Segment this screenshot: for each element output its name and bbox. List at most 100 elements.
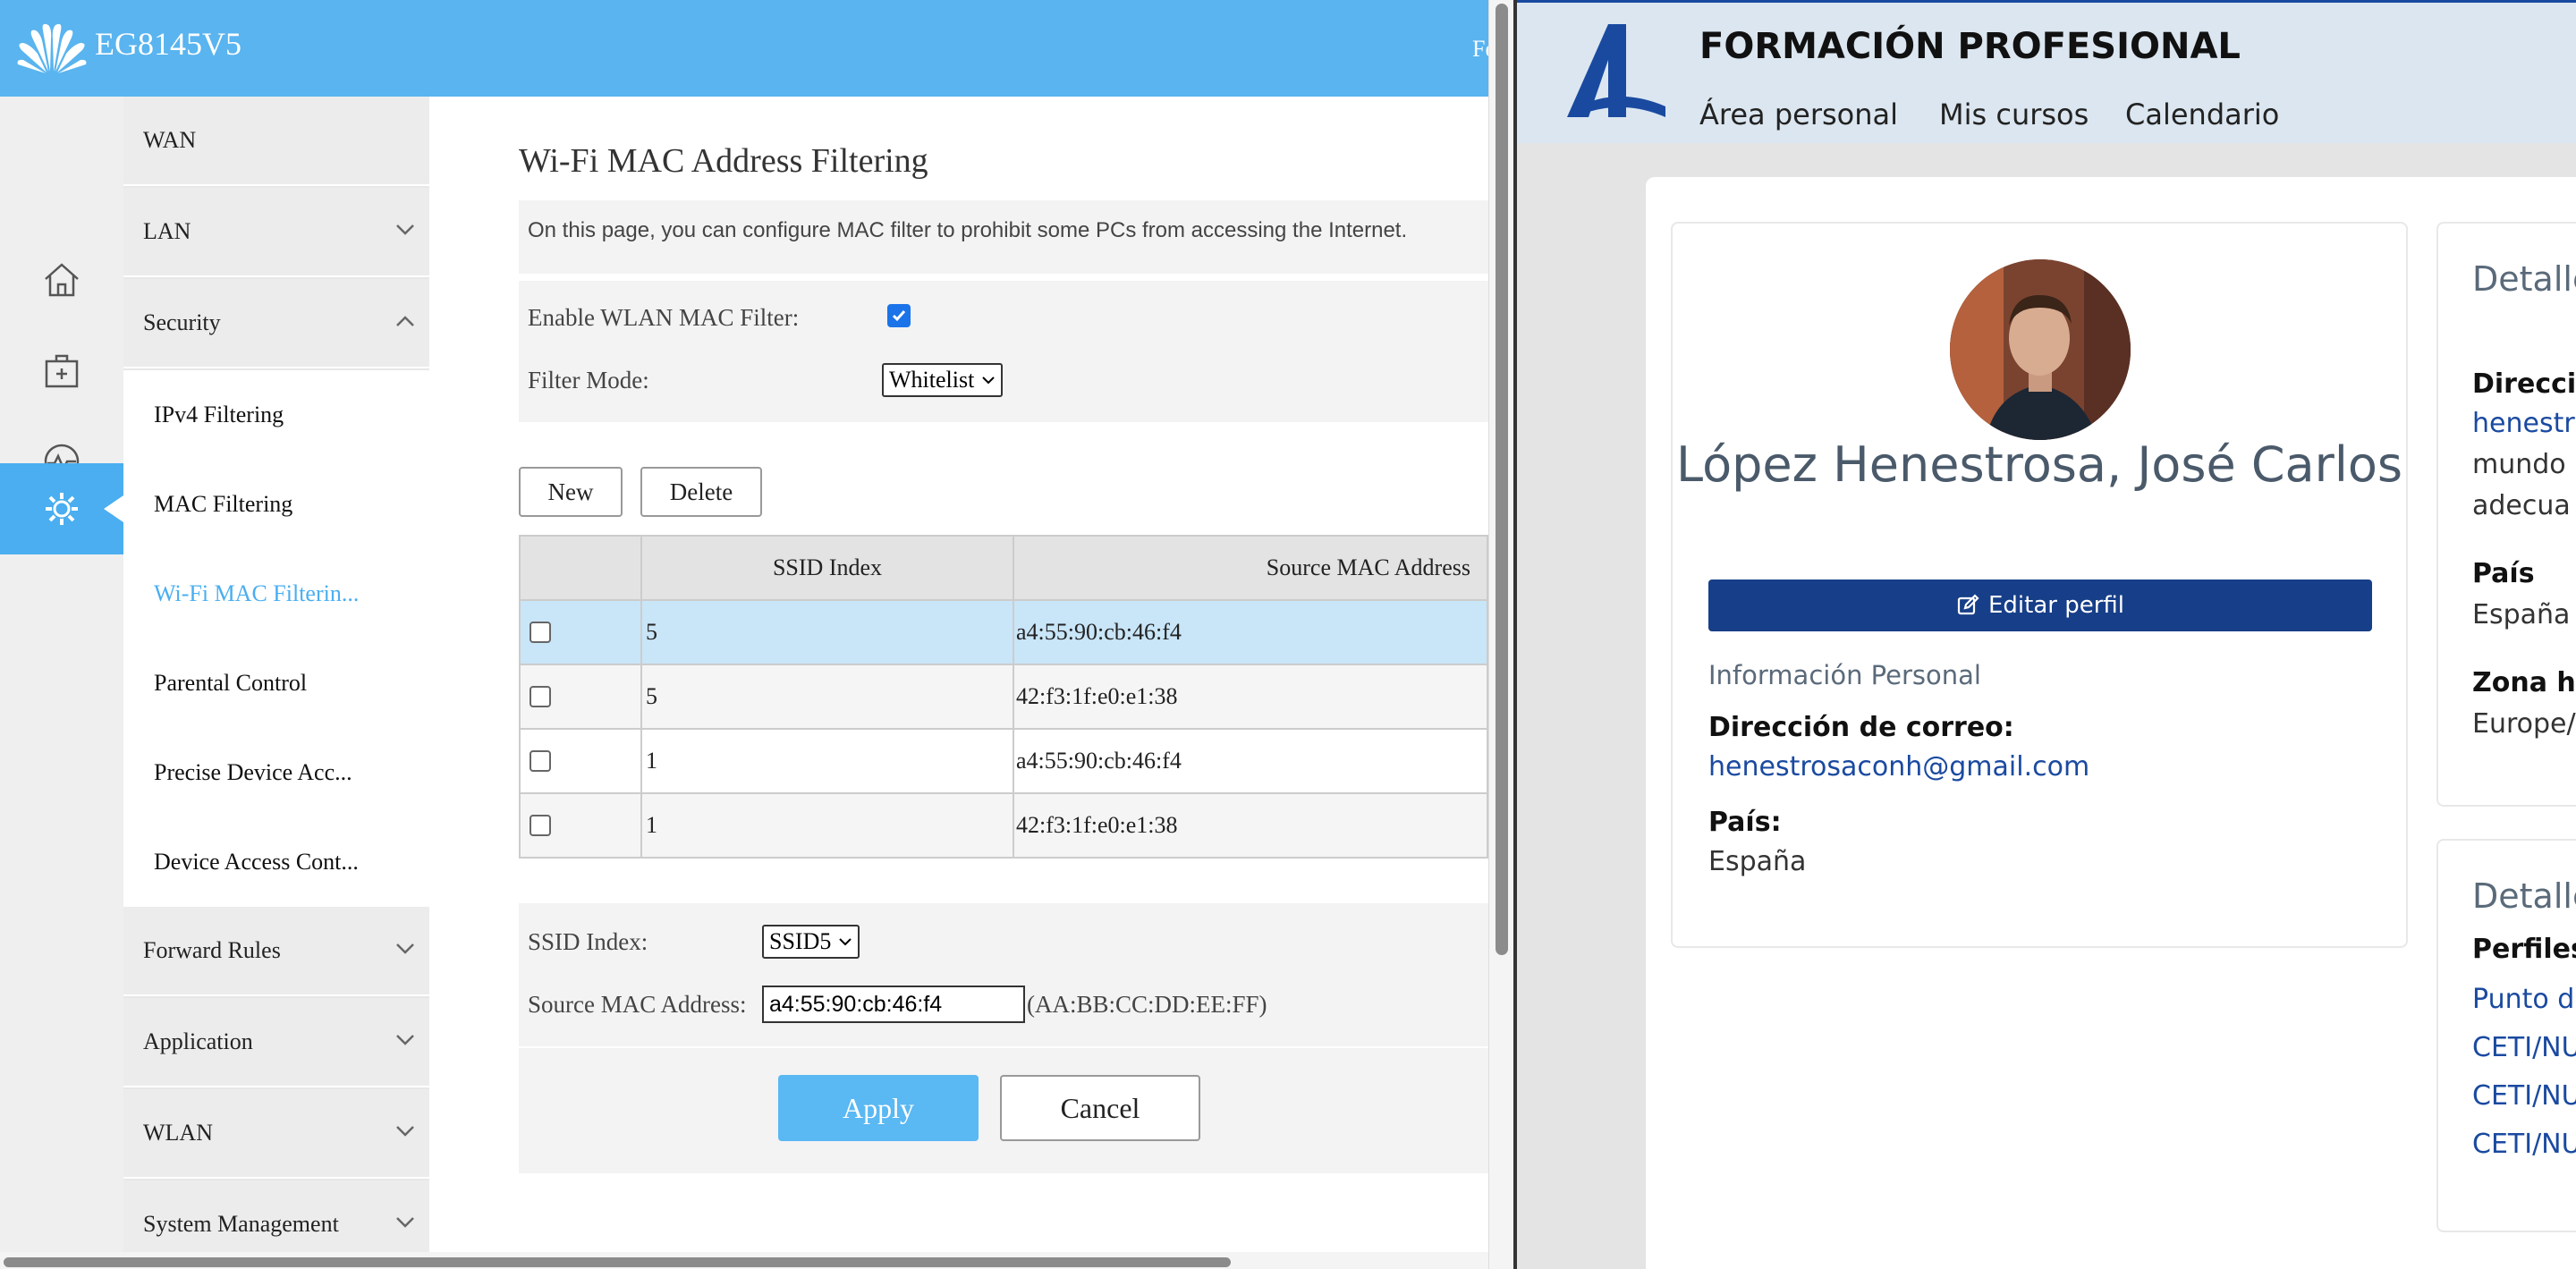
- email-label: Dirección de correo:: [1708, 712, 2014, 743]
- source-mac-label: Source MAC Address:: [528, 991, 747, 1018]
- menu-wlan[interactable]: WLAN: [123, 1089, 429, 1179]
- profile-link[interactable]: CETI/NU: [2472, 1032, 2576, 1063]
- page-description: On this page, you can configure MAC filt…: [519, 200, 1488, 274]
- user-photo: [1950, 259, 2131, 440]
- site-logo[interactable]: [1562, 21, 1669, 121]
- chevron-down-icon: [396, 224, 414, 235]
- details-text: mundo: [2472, 449, 2566, 480]
- ssid-index-label: SSID Index:: [528, 928, 648, 955]
- submenu-label: Device Access Cont...: [154, 849, 359, 875]
- mac-cell: a4:55:90:cb:46:f4: [1016, 748, 1182, 774]
- row-checkbox[interactable]: [530, 815, 551, 836]
- edit-profile-label: Editar perfil: [1987, 592, 2125, 619]
- submenu-mac-filtering[interactable]: MAC Filtering: [123, 460, 429, 549]
- profile-full-name: López Henestrosa, José Carlos: [1675, 436, 2403, 493]
- edit-icon: [1957, 594, 1979, 615]
- menu-lan[interactable]: LAN: [123, 188, 429, 277]
- row-checkbox-cell: [530, 794, 551, 857]
- nav-calendario[interactable]: Calendario: [2125, 97, 2279, 131]
- column-separator: [640, 730, 642, 792]
- row-checkbox[interactable]: [530, 686, 551, 707]
- row-checkbox[interactable]: [530, 622, 551, 643]
- submenu-wifi-mac-filtering[interactable]: Wi-Fi MAC Filterin...: [123, 549, 429, 639]
- table-header: SSID Index Source MAC Address: [519, 535, 1488, 601]
- chevron-down-icon: [839, 938, 852, 946]
- details-link[interactable]: henestr: [2472, 408, 2575, 439]
- submenu-parental-control[interactable]: Parental Control: [123, 639, 429, 728]
- enable-filter-checkbox[interactable]: [887, 304, 911, 327]
- profile-link[interactable]: CETI/NU: [2472, 1129, 2576, 1160]
- country-label: País:: [1708, 807, 1782, 838]
- column-separator: [1013, 601, 1014, 664]
- header-source-mac[interactable]: Source MAC Address: [1014, 537, 1479, 599]
- vertical-scroll-thumb[interactable]: [1496, 4, 1508, 955]
- edit-profile-button[interactable]: Editar perfil: [1708, 580, 2372, 631]
- timezone-label: Zona ho: [2472, 667, 2576, 698]
- settings-nav[interactable]: [0, 463, 123, 554]
- edit-panel: SSID Index: SSID5 Source MAC Address: (A…: [519, 903, 1488, 1046]
- chevron-down-icon: [396, 1217, 414, 1228]
- menu-security[interactable]: Security: [123, 279, 429, 368]
- submenu-label: Parental Control: [154, 670, 308, 696]
- details-country-label: País: [2472, 558, 2535, 589]
- menu-forward-rules[interactable]: Forward Rules: [123, 907, 429, 996]
- table-row[interactable]: 1 a4:55:90:cb:46:f4: [519, 730, 1488, 794]
- checkmark-icon: [892, 310, 906, 322]
- site-name[interactable]: FORMACIÓN PROFESIONAL: [1699, 26, 2241, 67]
- new-button[interactable]: New: [519, 467, 623, 517]
- column-separator: [1013, 665, 1014, 728]
- email-link[interactable]: henestrosaconh@gmail.com: [1708, 751, 2089, 783]
- column-separator: [1013, 730, 1014, 792]
- delete-button[interactable]: Delete: [640, 467, 762, 517]
- avatar[interactable]: [1950, 259, 2131, 440]
- cancel-button[interactable]: Cancel: [1000, 1075, 1200, 1141]
- header-ssid-index[interactable]: SSID Index: [642, 537, 1013, 599]
- column-separator: [640, 601, 642, 664]
- horizontal-scroll-thumb[interactable]: [4, 1257, 1231, 1267]
- menu-wan-label: WAN: [143, 127, 197, 153]
- ssid-cell: 1: [646, 748, 657, 774]
- submenu-label: Precise Device Acc...: [154, 759, 352, 785]
- menu-wlan-label: WLAN: [143, 1120, 213, 1146]
- mac-cell: 42:f3:1f:e0:e1:38: [1016, 683, 1178, 709]
- row-checkbox[interactable]: [530, 750, 551, 772]
- profile-link[interactable]: Punto d: [2472, 984, 2574, 1015]
- table-row[interactable]: 5 42:f3:1f:e0:e1:38: [519, 665, 1488, 730]
- details-heading: Detalle: [2472, 259, 2576, 299]
- menu-lan-label: LAN: [143, 218, 191, 244]
- mac-format-hint: (AA:BB:CC:DD:EE:FF): [1027, 991, 1267, 1018]
- ssid-index-select[interactable]: SSID5: [762, 925, 860, 959]
- nav-mis-cursos[interactable]: Mis cursos: [1939, 97, 2089, 131]
- table-row[interactable]: 1 42:f3:1f:e0:e1:38: [519, 794, 1488, 859]
- submenu-ipv4-filtering[interactable]: IPv4 Filtering: [123, 370, 429, 460]
- menu-application[interactable]: Application: [123, 998, 429, 1087]
- ssid-cell: 1: [646, 812, 657, 838]
- filter-mode-select[interactable]: Whitelist: [882, 363, 1004, 397]
- profiles-label: Perfiles: [2472, 934, 2576, 965]
- submenu-device-access-control[interactable]: Device Access Cont...: [123, 817, 429, 907]
- enable-filter-label: Enable WLAN MAC Filter:: [528, 304, 800, 331]
- toolbox-nav[interactable]: [0, 326, 123, 415]
- menu-security-label: Security: [143, 309, 221, 335]
- router-header: EG8145V5 Fe: [0, 0, 1496, 97]
- mac-cell: 42:f3:1f:e0:e1:38: [1016, 812, 1178, 838]
- menu-system-management-label: System Management: [143, 1211, 339, 1237]
- ssid-cell: 5: [646, 683, 657, 709]
- submenu-precise-device-access[interactable]: Precise Device Acc...: [123, 728, 429, 817]
- personal-info-heading: Información Personal: [1708, 660, 1981, 690]
- ssid-index-value: SSID5: [769, 928, 832, 954]
- home-nav[interactable]: [0, 234, 123, 324]
- source-mac-input[interactable]: [762, 986, 1025, 1023]
- timezone-value: Europe/: [2472, 708, 2576, 740]
- country-value: España: [1708, 846, 1807, 877]
- details-text: adecua: [2472, 490, 2571, 521]
- nav-area-personal[interactable]: Área personal: [1699, 97, 1898, 131]
- router-window: EG8145V5 Fe WAN LAN Security IPv4 Filter…: [0, 0, 1513, 1269]
- apply-button[interactable]: Apply: [778, 1075, 979, 1141]
- details-country-value: España: [2472, 599, 2571, 630]
- moodle-window: FORMACIÓN PROFESIONAL Área personal Mis …: [1517, 0, 2576, 1269]
- profile-link[interactable]: CETI/NU: [2472, 1080, 2576, 1112]
- table-row[interactable]: 5 a4:55:90:cb:46:f4: [519, 601, 1488, 665]
- mac-cell: a4:55:90:cb:46:f4: [1016, 619, 1182, 645]
- menu-wan[interactable]: WAN: [123, 97, 429, 186]
